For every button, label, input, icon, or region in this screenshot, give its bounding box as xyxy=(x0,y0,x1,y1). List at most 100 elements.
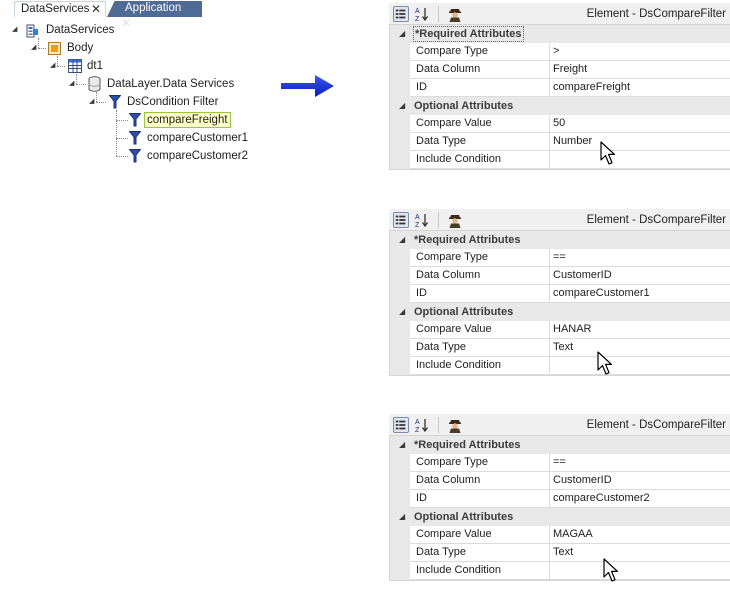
property-name: Compare Type xyxy=(410,454,550,472)
spy-person-icon[interactable] xyxy=(447,212,463,228)
property-row-compare-type[interactable]: Compare Type == xyxy=(390,249,730,267)
tree-label-selected: compareFreight xyxy=(144,112,231,128)
property-row-include-condition[interactable]: Include Condition xyxy=(390,151,730,169)
property-row-id[interactable]: ID compareCustomer2 xyxy=(390,490,730,508)
property-value[interactable]: > xyxy=(550,43,730,61)
sort-alphabetical-icon[interactable]: A Z xyxy=(414,417,430,433)
property-row-compare-type[interactable]: Compare Type == xyxy=(390,454,730,472)
collapse-triangle-icon[interactable]: ◢ xyxy=(399,97,405,115)
tab-label: DataServices xyxy=(21,3,90,15)
spy-person-icon[interactable] xyxy=(447,6,463,22)
category-optional[interactable]: ◢ Optional Attributes xyxy=(390,303,730,321)
property-value[interactable]: MAGAA xyxy=(550,526,730,544)
collapse-triangle-icon[interactable]: ◢ xyxy=(399,25,405,43)
property-name: Compare Type xyxy=(410,249,550,267)
property-name: ID xyxy=(410,490,550,508)
tab-application[interactable]: Application ✕ xyxy=(107,1,202,30)
property-row-include-condition[interactable]: Include Condition xyxy=(390,562,730,580)
property-value[interactable]: Freight xyxy=(550,61,730,79)
property-value[interactable]: Text xyxy=(550,544,730,562)
table-icon xyxy=(68,59,82,73)
property-name: Compare Value xyxy=(410,321,550,339)
property-value[interactable]: 50 xyxy=(550,115,730,133)
property-row-data-type[interactable]: Data Type Number xyxy=(390,133,730,151)
sort-alphabetical-icon[interactable]: A Z xyxy=(414,6,430,22)
category-label: *Required Attributes xyxy=(413,26,524,42)
property-value[interactable]: Text xyxy=(550,339,730,357)
property-value[interactable]: compareCustomer1 xyxy=(550,285,730,303)
property-value[interactable] xyxy=(550,357,730,375)
category-required[interactable]: ◢ *Required Attributes xyxy=(390,25,730,43)
property-value[interactable]: CustomerID xyxy=(550,472,730,490)
category-optional[interactable]: ◢ Optional Attributes xyxy=(390,508,730,526)
property-name: ID xyxy=(410,79,550,97)
property-grid: ◢ *Required Attributes Compare Type == Da… xyxy=(389,436,730,581)
expand-triangle-icon[interactable]: ◢ xyxy=(50,58,55,74)
close-icon[interactable]: ✕ xyxy=(91,2,101,17)
categorized-view-icon[interactable] xyxy=(393,417,409,433)
tree-label: dt1 xyxy=(87,60,103,72)
property-toolbar: A Z Element - DsCompareFilter xyxy=(389,209,730,231)
spy-person-icon[interactable] xyxy=(447,417,463,433)
category-optional[interactable]: ◢ Optional Attributes xyxy=(390,97,730,115)
property-row-compare-value[interactable]: Compare Value MAGAA xyxy=(390,526,730,544)
filter-icon xyxy=(129,149,141,163)
category-label: Optional Attributes xyxy=(414,511,514,523)
right-arrow-icon xyxy=(281,75,334,97)
categorized-view-icon[interactable] xyxy=(393,6,409,22)
property-row-data-type[interactable]: Data Type Text xyxy=(390,339,730,357)
property-row-data-column[interactable]: Data Column CustomerID xyxy=(390,472,730,490)
property-value[interactable]: CustomerID xyxy=(550,267,730,285)
property-value[interactable]: == xyxy=(550,249,730,267)
property-row-compare-value[interactable]: Compare Value 50 xyxy=(390,115,730,133)
database-icon xyxy=(88,76,101,92)
collapse-triangle-icon[interactable]: ◢ xyxy=(399,231,405,249)
property-row-compare-value[interactable]: Compare Value HANAR xyxy=(390,321,730,339)
property-name: Data Type xyxy=(410,339,550,357)
property-row-data-column[interactable]: Data Column Freight xyxy=(390,61,730,79)
svg-text:A: A xyxy=(415,419,420,426)
property-grid: ◢ *Required Attributes Compare Type > Dat… xyxy=(389,25,730,170)
tab-label: Application xyxy=(125,2,182,14)
property-row-compare-type[interactable]: Compare Type > xyxy=(390,43,730,61)
panel-title: Element - DsCompareFilter xyxy=(586,419,726,431)
close-icon[interactable]: ✕ xyxy=(121,16,131,30)
expand-triangle-icon[interactable]: ◢ xyxy=(31,40,36,56)
property-name: Data Type xyxy=(410,133,550,151)
property-row-id[interactable]: ID compareCustomer1 xyxy=(390,285,730,303)
property-name: Compare Type xyxy=(410,43,550,61)
expand-triangle-icon[interactable]: ◢ xyxy=(89,94,94,110)
property-panel-compare-freight: A Z Element - DsCompareFilter ◢ *Require… xyxy=(389,3,730,170)
collapse-triangle-icon[interactable]: ◢ xyxy=(399,436,405,454)
expand-triangle-icon[interactable]: ◢ xyxy=(69,76,74,92)
filter-icon xyxy=(129,113,141,127)
tree-label: compareCustomer1 xyxy=(147,132,248,144)
mouse-pointer-icon xyxy=(597,351,613,375)
property-name: Data Column xyxy=(410,472,550,490)
tree-label: compareCustomer2 xyxy=(147,150,248,162)
property-row-data-type[interactable]: Data Type Text xyxy=(390,544,730,562)
property-value[interactable]: compareFreight xyxy=(550,79,730,97)
property-value[interactable]: compareCustomer2 xyxy=(550,490,730,508)
property-value[interactable] xyxy=(550,151,730,169)
tree-label: Body xyxy=(67,42,94,54)
property-value[interactable] xyxy=(550,562,730,580)
property-row-data-column[interactable]: Data Column CustomerID xyxy=(390,267,730,285)
tree-label: DataLayer.Data Services xyxy=(107,78,235,90)
sort-alphabetical-icon[interactable]: A Z xyxy=(414,212,430,228)
property-value[interactable]: == xyxy=(550,454,730,472)
filter-icon xyxy=(129,131,141,145)
tab-dataservices[interactable]: DataServices ✕ xyxy=(14,1,106,17)
property-value[interactable]: HANAR xyxy=(550,321,730,339)
property-row-include-condition[interactable]: Include Condition xyxy=(390,357,730,375)
property-name: Data Column xyxy=(410,267,550,285)
filter-icon xyxy=(109,95,121,109)
property-row-id[interactable]: ID compareFreight xyxy=(390,79,730,97)
expand-triangle-icon[interactable]: ◢ xyxy=(12,22,17,38)
collapse-triangle-icon[interactable]: ◢ xyxy=(399,303,405,321)
property-value[interactable]: Number xyxy=(550,133,730,151)
categorized-view-icon[interactable] xyxy=(393,212,409,228)
collapse-triangle-icon[interactable]: ◢ xyxy=(399,508,405,526)
category-required[interactable]: ◢ *Required Attributes xyxy=(390,436,730,454)
category-required[interactable]: ◢ *Required Attributes xyxy=(390,231,730,249)
